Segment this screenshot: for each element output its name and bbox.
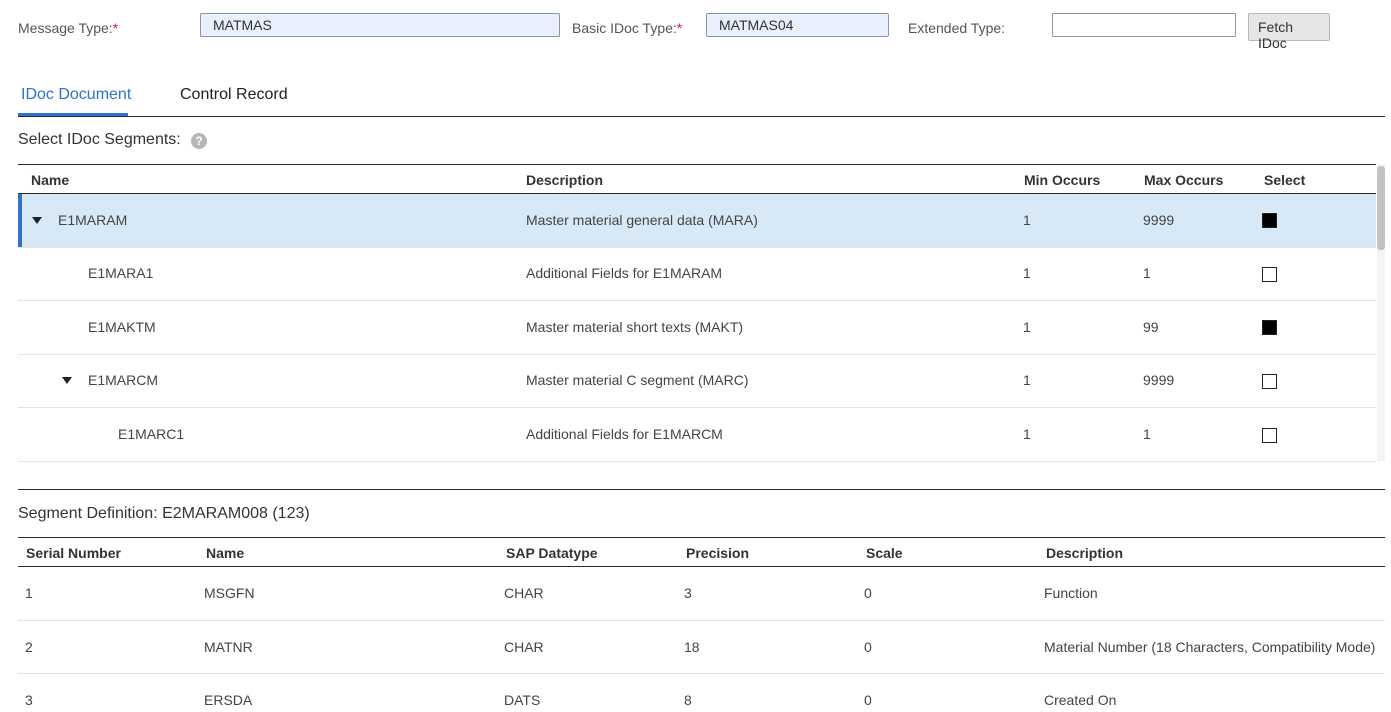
segment-select-checkbox[interactable] [1262,428,1277,443]
row-divider [18,620,1385,621]
expand-toggle-icon[interactable] [62,377,72,384]
selected-row-indicator [18,194,22,247]
field-datatype: CHAR [504,639,544,655]
segment-max-occurs: 99 [1143,319,1159,335]
row-divider [18,461,1376,462]
field-precision: 8 [684,692,692,708]
field-description: Created On [1044,692,1117,708]
segment-name: E1MAKTM [88,319,156,335]
segment-max-occurs: 1 [1143,265,1151,281]
fetch-idoc-button[interactable]: Fetch IDoc [1248,13,1330,51]
segment-max-occurs: 9999 [1143,372,1175,388]
field-precision: 18 [684,639,700,655]
segment-name: E1MARC1 [118,426,185,442]
row-divider [18,354,1376,355]
definition-table-top-border [18,537,1385,538]
col-header-scale[interactable]: Scale [866,545,903,561]
col-header-name[interactable]: Name [206,545,244,561]
row-divider [18,247,1376,248]
basic-idoc-type-label: Basic IDoc Type:* [572,20,683,36]
field-datatype: DATS [504,692,541,708]
row-divider [18,407,1376,408]
segment-description: Master material C segment (MARC) [526,372,749,388]
segment-select-checkbox[interactable] [1262,213,1277,228]
segment-name: E1MARA1 [88,265,154,281]
field-serial: 1 [25,585,33,601]
segment-select-checkbox[interactable] [1262,267,1277,282]
segment-select-checkbox[interactable] [1262,374,1277,389]
definition-header-border [18,566,1385,567]
segment-select-checkbox[interactable] [1262,320,1277,335]
segment-min-occurs: 1 [1023,372,1031,388]
col-header-select[interactable]: Select [1264,172,1305,188]
segment-description: Additional Fields for E1MARCM [526,426,723,442]
field-datatype: CHAR [504,585,544,601]
message-type-label: Message Type:* [18,20,119,36]
select-segments-title: Select IDoc Segments: [18,131,181,148]
field-name: MATNR [204,639,253,655]
segments-table-top-border [18,164,1376,165]
field-precision: 3 [684,585,692,601]
col-header-description[interactable]: Description [526,172,603,188]
segment-max-occurs: 1 [1143,426,1151,442]
row-divider [18,300,1376,301]
col-header-precision[interactable]: Precision [686,545,749,561]
col-header-serial-number[interactable]: Serial Number [26,545,121,561]
tab-idoc-document[interactable]: IDoc Document [21,86,131,104]
field-scale: 0 [864,585,872,601]
col-header-sap-datatype[interactable]: SAP Datatype [506,545,598,561]
field-serial: 2 [25,639,33,655]
segment-min-occurs: 1 [1023,212,1031,228]
segment-min-occurs: 1 [1023,265,1031,281]
segment-description: Master material general data (MARA) [526,212,758,228]
field-description: Function [1044,585,1098,601]
section-divider [18,489,1385,490]
basic-idoc-type-field[interactable]: MATMAS04 [706,13,889,37]
field-scale: 0 [864,639,872,655]
segments-scrollbar-thumb[interactable] [1377,166,1385,250]
col-header-description[interactable]: Description [1046,545,1123,561]
expand-toggle-icon[interactable] [32,217,42,224]
col-header-min-occurs[interactable]: Min Occurs [1024,172,1100,188]
field-description: Material Number (18 Characters, Compatib… [1044,639,1376,655]
row-divider [18,673,1385,674]
segment-max-occurs: 9999 [1143,212,1175,228]
field-serial: 3 [25,692,33,708]
col-header-max-occurs[interactable]: Max Occurs [1144,172,1223,188]
tab-control-record[interactable]: Control Record [180,86,288,104]
segment-description: Additional Fields for E1MARAM [526,265,723,281]
field-name: ERSDA [204,692,253,708]
extended-type-label: Extended Type: [908,20,1006,36]
segment-name: E1MARAM [58,212,128,228]
segment-min-occurs: 1 [1023,319,1031,335]
field-scale: 0 [864,692,872,708]
segment-name: E1MARCM [88,372,159,388]
tabs-divider [18,116,1385,117]
segment-min-occurs: 1 [1023,426,1031,442]
segment-definition-title: Segment Definition: E2MARAM008 (123) [18,505,310,522]
help-icon[interactable]: ? [191,133,207,149]
col-header-name[interactable]: Name [31,172,69,188]
message-type-field[interactable]: MATMAS [200,13,560,37]
segment-description: Master material short texts (MAKT) [526,319,744,335]
extended-type-field[interactable] [1052,13,1236,37]
field-name: MSGFN [204,585,255,601]
